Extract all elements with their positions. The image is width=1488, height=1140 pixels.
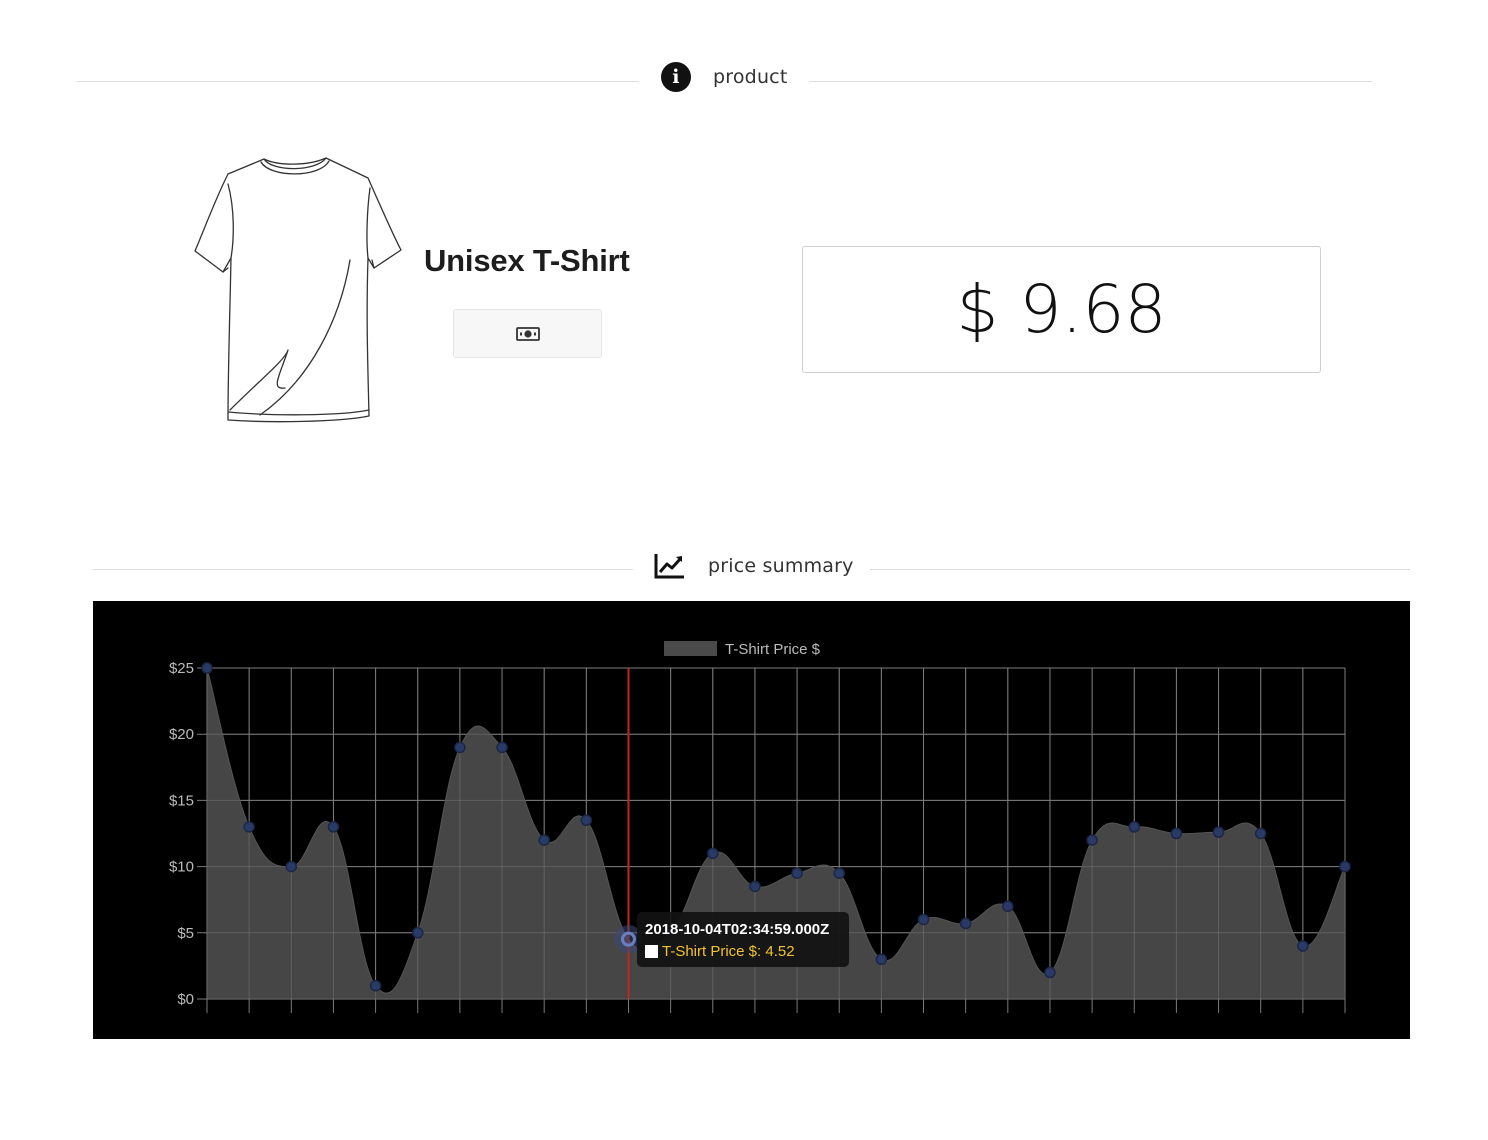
data-point [496,741,508,754]
product-section-title: product [713,66,788,88]
y-tick-label: $10 [169,859,194,876]
data-point [1002,900,1014,913]
legend-label: T-Shirt Price $ [725,641,821,658]
data-point [411,927,424,939]
buy-button[interactable] [453,309,602,358]
product-name: Unisex T-Shirt [424,243,630,278]
price-section-title: price summary [708,555,854,577]
tshirt-image [190,150,405,430]
tooltip-title: 2018-10-04T02:34:59.000Z [645,921,830,938]
data-point [959,917,972,930]
price-divider-left [93,569,633,570]
y-tick-label: $0 [177,991,194,1008]
data-point [875,953,888,966]
price-section-header: price summary [654,552,854,580]
data-point [917,913,930,926]
data-point [1339,860,1351,873]
data-point [243,821,255,833]
data-point [1044,966,1056,979]
product-divider-right [809,81,1372,82]
price-display: $ 9.68 [802,246,1321,373]
data-point [749,880,761,893]
product-divider-left [77,81,639,82]
tooltip-swatch [645,945,658,958]
data-point [707,847,719,860]
data-point [1297,940,1309,952]
info-icon: i [661,62,691,92]
data-point [201,662,213,674]
data-point [1086,834,1098,846]
data-point [538,834,550,846]
data-point [833,867,845,879]
legend-swatch [664,641,717,656]
tshirt-icon [194,157,402,423]
chart-tooltip: 2018-10-04T02:34:59.000Z T-Shirt Price $… [637,912,849,967]
data-point [369,980,382,992]
data-point [454,741,466,754]
y-tick-label: $5 [177,925,194,942]
price-divider-right [870,569,1410,570]
tooltip-row: T-Shirt Price $: 4.52 [645,943,841,960]
data-point [791,867,803,879]
price-chart[interactable]: $0 $5 $10 $15 $20 $25 T-Shirt Price $ [93,601,1410,1039]
price-chart-svg: $0 $5 $10 $15 $20 $25 T-Shirt Price $ [169,641,1351,1013]
data-point [1254,827,1267,840]
data-point [327,821,340,833]
product-section-header: i product [661,62,787,92]
data-point [1170,827,1183,840]
data-point [285,860,298,873]
line-chart-icon [654,554,684,579]
tooltip-label: T-Shirt Price $: 4.52 [662,943,795,960]
y-tick-label: $20 [169,726,194,743]
y-tick-label: $15 [169,792,194,809]
data-point [1128,821,1141,833]
data-point [580,814,593,827]
y-tick-label: $25 [169,660,194,677]
data-point [1212,826,1225,838]
money-icon [515,326,540,341]
